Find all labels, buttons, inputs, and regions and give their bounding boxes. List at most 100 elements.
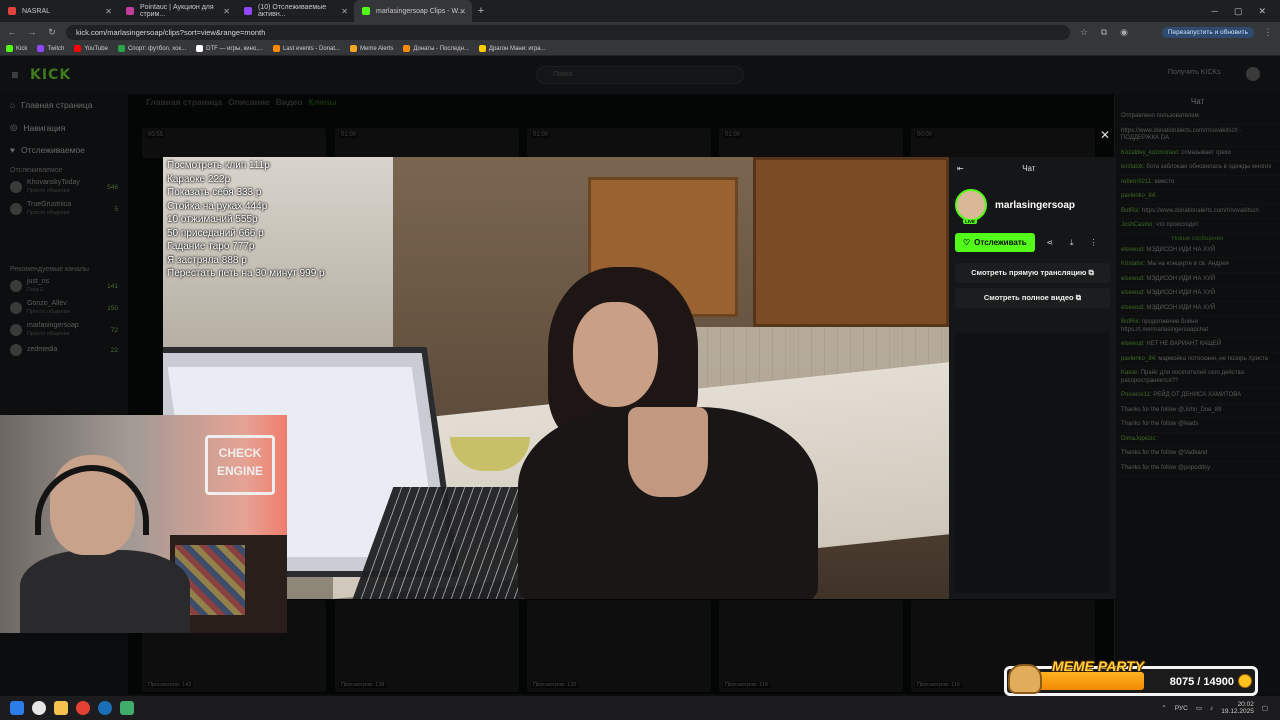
channel-title: zedmedia [27,346,58,353]
chat-username[interactable]: BotRix: [1121,319,1140,325]
reload-icon[interactable]: ↻ [46,27,58,38]
language-indicator[interactable]: РУС [1175,705,1188,712]
chat-username[interactable]: Kaisle: [1121,370,1139,376]
chat-username[interactable]: elsewud: [1121,290,1145,296]
chat-username[interactable]: Kristaloc: [1121,261,1146,267]
follow-button[interactable]: ♡ Отслеживать [955,233,1035,252]
steam-icon[interactable] [98,701,112,715]
browser-tab[interactable]: (10) Отслеживаемые активн... ✕ [236,0,354,22]
volume-icon[interactable]: ♪ [1210,705,1213,712]
close-tab-icon[interactable]: ✕ [105,7,112,16]
close-modal-icon[interactable]: ✕ [1100,128,1110,142]
price-list-item: Стойка на руках 444р [167,200,268,212]
channel-name[interactable]: marlasingersoap [995,200,1075,211]
close-tab-icon[interactable]: ✕ [459,7,466,16]
chat-username[interactable]: kristalok: [1121,164,1145,170]
menu-burger-icon[interactable]: ≡ [0,68,30,82]
sidebar-channel[interactable]: Gonzo_Allev Просто общение 150 [0,297,128,319]
chat-username[interactable]: DimaJopezic: [1121,436,1157,442]
close-tab-icon[interactable]: ✕ [223,7,230,16]
chat-username[interactable]: pavlenko_84: [1121,356,1157,362]
chat-username[interactable]: elsewud: [1121,341,1145,347]
maximize-icon[interactable]: ▢ [1234,6,1243,17]
sidebar-nav-item[interactable]: ◎ Навигация [0,116,128,139]
bookmark-star-icon[interactable]: ☆ [1078,27,1090,38]
tab-favicon-icon [8,7,16,15]
notification-icon[interactable]: ▢ [1262,704,1268,712]
chat-username[interactable]: JoshCasino: [1121,222,1154,228]
url-field[interactable]: kick.com/marlasingersoap/clips?sort=view… [66,24,1070,40]
price-list-item: Посмотреть клип 111р [167,160,270,171]
meme-progress-label: 8075 / 14900 [1169,676,1234,688]
chat-message: pavlenko_84: [1115,190,1280,205]
new-tab-button[interactable]: + [472,5,490,17]
bookmark-item[interactable]: Meme Alerts [350,45,393,52]
sidebar-channel[interactable]: KhovanskyToday Просто общение 546 [0,176,128,198]
chrome-icon[interactable] [76,701,90,715]
chat-username[interactable]: pavlenko_84: [1121,193,1157,199]
kick-logo[interactable]: KICK [30,67,71,83]
bookmark-label: Спорт: футбол, хок... [127,45,187,52]
extensions-icon[interactable]: ⧉ [1098,27,1110,38]
browser-tab[interactable]: NASRAL ✕ [0,0,118,22]
network-icon[interactable]: ▭ [1196,704,1202,712]
chat-username[interactable]: BotRix: [1121,208,1140,214]
start-icon[interactable] [10,701,24,715]
sidebar-channel[interactable]: just_ns Dota 2 141 [0,275,128,297]
browser-tab[interactable]: Pointauc | Аукцион для стрим... ✕ [118,0,236,22]
search-input[interactable]: Поиск [536,66,744,84]
close-window-icon[interactable]: ✕ [1258,6,1266,17]
bookmark-item[interactable]: YouTube [74,45,108,52]
yandex-browser-icon[interactable] [32,701,46,715]
bookmark-item[interactable]: DTF — игры, кино,... [196,45,263,52]
minimize-icon[interactable]: ─ [1212,6,1218,17]
more-icon[interactable]: ⋮ [1087,238,1101,247]
sidebar-channel[interactable]: zedmedia 22 [0,341,128,359]
sidebar-nav-item[interactable]: ⌂ Главная страница [0,94,128,116]
collapse-icon[interactable]: ⇤ [957,164,964,173]
app-icon[interactable] [120,701,134,715]
sidebar-nav-item[interactable]: ♥ Отслеживаемое [0,139,128,161]
download-icon[interactable]: ⤓ [1065,238,1079,248]
bookmark-item[interactable]: Драгон Мани: игра... [478,45,546,52]
watch-live-button[interactable]: Смотреть прямую трансляцию ⧉ [955,263,1110,283]
watch-full-button[interactable]: Смотреть полное видео ⧉ [955,288,1110,308]
channel-title: TrueGrustnica [27,201,72,208]
chat-text: мармойка потосканн, не позорь Христа [1158,355,1268,362]
relaunch-button[interactable]: Перезапустить и обновить [1161,26,1254,38]
chat-username[interactable]: Poiselox11: [1121,392,1152,398]
bookmark-item[interactable]: Донаты - Последн... [403,45,469,52]
back-icon[interactable]: ← [6,27,18,37]
get-kicks-button[interactable]: Получить KICKs [1168,69,1221,76]
bookmark-item[interactable]: Twitch [37,45,64,52]
chat-username[interactable]: rebern9211: [1121,179,1153,185]
profile-icon[interactable]: ◉ [1118,27,1130,38]
channel-avatar[interactable]: LIVE [955,189,987,224]
clock[interactable]: 20:02 19.12.2025 [1221,701,1254,716]
chat-username[interactable]: Kozaldey_kozmonavt: [1121,150,1180,156]
price-list-item: 10 отжиманий 555р [167,214,258,225]
browser-tab[interactable]: marlasingersoap Clips - W... ✕ [354,0,472,22]
new-messages-divider: Новые сообщения [1171,235,1224,242]
avatar[interactable] [1246,67,1260,81]
sidebar-channel[interactable]: marlasingersoap Просто общение 72 [0,319,128,341]
external-link-icon: ⧉ [1075,293,1082,302]
chevron-up-icon[interactable]: ⌃ [1161,704,1166,712]
bookmark-item[interactable]: Kick [6,45,27,52]
tab-favicon-icon [362,7,370,15]
chat-text: МЭДИСОН ИДИ НА ХУЙ [1146,246,1216,253]
chat-username[interactable]: elsewud: [1121,276,1145,282]
bookmark-favicon-icon [74,45,82,52]
share-icon[interactable]: ⋖ [1043,238,1057,247]
channel-title: Gonzo_Allev [27,300,67,307]
file-explorer-icon[interactable] [54,701,68,715]
forward-icon[interactable]: → [26,27,38,37]
bookmark-item[interactable]: Last events - Donat... [272,45,340,52]
menu-icon[interactable]: ⋮ [1262,27,1274,38]
channel-name: marlasingersoap Просто общение [27,322,106,338]
close-tab-icon[interactable]: ✕ [341,7,348,16]
bookmark-item[interactable]: Спорт: футбол, хок... [117,45,187,52]
chat-username[interactable]: elsewud: [1121,305,1145,311]
sidebar-channel[interactable]: TrueGrustnica Просто общение 5 [0,198,128,220]
chat-username[interactable]: elsewud: [1121,247,1145,253]
